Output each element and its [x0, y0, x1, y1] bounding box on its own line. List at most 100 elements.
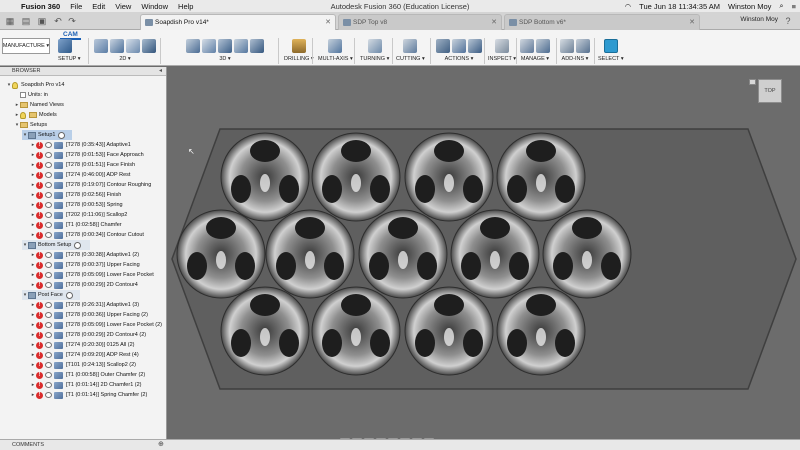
scripts-icon[interactable] — [560, 39, 574, 53]
toolpath-row[interactable]: ▸! [T1 (0:02:58)] Chamfer — [30, 220, 122, 230]
3d-viewport[interactable]: TOP — [168, 67, 800, 439]
tree-models[interactable]: ▸ Models — [14, 110, 57, 120]
toolpath-row[interactable]: ▸! [T278 (0:00:29)] 2D Contour4 — [30, 280, 138, 290]
cutting-icon[interactable] — [403, 39, 418, 53]
soap-pocket[interactable] — [450, 209, 540, 299]
soap-pocket[interactable] — [496, 132, 586, 222]
tool-library-icon[interactable] — [520, 39, 534, 53]
parallel-icon[interactable] — [218, 39, 232, 53]
contour-icon[interactable] — [250, 39, 264, 53]
home-view-icon[interactable] — [749, 79, 756, 85]
post-process-icon[interactable] — [468, 39, 482, 53]
template-library-icon[interactable] — [536, 39, 550, 53]
group-3d[interactable]: 3D ▾ — [186, 39, 264, 65]
visibility-icon[interactable] — [45, 272, 52, 278]
toolpath-row[interactable]: ▸! [T278 (0:05:09)] Lower Face Pocket — [30, 270, 154, 280]
tree-root[interactable]: ▾ Soapdish Pro v14 — [6, 80, 64, 90]
datetime[interactable]: Tue Jun 18 11:34:35 AM — [635, 2, 724, 11]
toolpath-row[interactable]: ▸! [T274 (0:46:00)] ADP Rest — [30, 170, 130, 180]
toolpath-row[interactable]: ▸! [T101 (0:24:13)] Scallop2 (2) — [30, 360, 136, 370]
soap-pocket[interactable] — [220, 132, 310, 222]
save-icon[interactable]: ▣ — [36, 15, 48, 27]
group-turning[interactable]: TURNING ▾ — [360, 39, 389, 65]
visibility-icon[interactable] — [45, 302, 52, 308]
menu-window[interactable]: Window — [136, 2, 173, 11]
adaptive-clearing-icon[interactable] — [186, 39, 200, 53]
soap-pocket[interactable] — [542, 209, 632, 299]
browser-header[interactable]: BROWSER ◂ — [0, 67, 166, 76]
visibility-icon[interactable] — [45, 372, 52, 378]
spotlight-icon[interactable]: ⌕ — [775, 1, 787, 11]
visibility-icon[interactable] — [45, 182, 52, 188]
group-drilling[interactable]: DRILLING ▾ — [284, 39, 314, 65]
visibility-icon[interactable] — [45, 332, 52, 338]
visibility-icon[interactable] — [45, 252, 52, 258]
tab-sdp-top[interactable]: SDP Top v8 ✕ — [338, 14, 502, 30]
visibility-icon[interactable] — [45, 202, 52, 208]
tab-sdp-bottom[interactable]: SDP Bottom v6* ✕ — [504, 14, 700, 30]
soap-pocket[interactable] — [404, 286, 494, 376]
comments-panel[interactable]: COMMENTS ⊕ — [0, 439, 800, 450]
drill-icon[interactable] — [291, 39, 306, 53]
group-manage[interactable]: MANAGE ▾ — [520, 39, 550, 65]
2d-pocket-icon[interactable] — [126, 39, 140, 53]
soap-pocket[interactable] — [496, 286, 586, 376]
menu-view[interactable]: View — [110, 2, 136, 11]
data-panel-icon[interactable]: ▤ — [20, 15, 32, 27]
close-icon[interactable]: ✕ — [325, 18, 331, 26]
visibility-icon[interactable] — [45, 352, 52, 358]
toolpath-row[interactable]: ▸! [T278 (0:00:37)] Upper Facing — [30, 260, 140, 270]
visibility-icon[interactable] — [45, 312, 52, 318]
group-setup[interactable]: SETUP ▾ — [58, 39, 81, 65]
toolpath-row[interactable]: ▸! [T278 (0:19:07)] Contour Roughing — [30, 180, 151, 190]
group-multi-axis[interactable]: MULTI-AXIS ▾ — [318, 39, 353, 65]
toolpath-row[interactable]: ▸! [T278 (0:30:38)] Adaptive1 (2) — [30, 250, 139, 260]
visibility-icon[interactable] — [45, 362, 52, 368]
account-name[interactable]: Winston Moy — [740, 16, 778, 23]
visibility-icon[interactable] — [45, 282, 52, 288]
toolpath-row[interactable]: ▸! [T278 (0:00:53)] Spring — [30, 200, 123, 210]
tree-bottom-setup[interactable]: ▾ Bottom Setup — [22, 240, 90, 250]
setup-options-icon[interactable] — [58, 131, 66, 139]
menu-file[interactable]: File — [65, 2, 87, 11]
group-inspect[interactable]: INSPECT ▾ — [488, 39, 516, 65]
close-icon[interactable]: ✕ — [689, 18, 695, 26]
pocket-clearing-icon[interactable] — [202, 39, 216, 53]
group-select[interactable]: SELECT ▾ — [598, 39, 624, 65]
toolpath-row[interactable]: ▸! [T278 (0:26:31)] Adaptive1 (3) — [30, 300, 139, 310]
soap-pocket[interactable] — [265, 209, 355, 299]
close-icon[interactable]: ✕ — [491, 18, 497, 26]
group-add-ins[interactable]: ADD-INS ▾ — [560, 39, 590, 65]
app-store-icon[interactable] — [576, 39, 590, 53]
visibility-icon[interactable] — [45, 392, 52, 398]
toolpath-row[interactable]: ▸! [T274 (0:09:20)] ADP Rest (4) — [30, 350, 139, 360]
face-icon[interactable] — [94, 39, 108, 53]
visibility-icon[interactable] — [45, 382, 52, 388]
tree-setups[interactable]: ▾ Setups — [14, 120, 47, 130]
tree-units[interactable]: Units: in — [14, 90, 48, 100]
visibility-icon[interactable] — [45, 212, 52, 218]
menubar-user[interactable]: Winston Moy — [724, 2, 775, 11]
toolpath-row[interactable]: ▸! [T278 (0:02:56)] Finish — [30, 190, 121, 200]
toolpath-row[interactable]: ▸! [T278 (0:35:43)] Adaptive1 — [30, 140, 131, 150]
visibility-icon[interactable] — [45, 142, 52, 148]
viewcube[interactable]: TOP — [758, 79, 782, 103]
app-grid-icon[interactable]: ▦ — [4, 15, 16, 27]
toolpath-row[interactable]: ▸! [T202 (0:11:06)] Scallop2 — [30, 210, 127, 220]
visibility-icon[interactable] — [45, 342, 52, 348]
2d-adaptive-icon[interactable] — [110, 39, 124, 53]
add-comment-icon[interactable]: ⊕ — [158, 440, 164, 450]
soap-pocket[interactable] — [220, 286, 310, 376]
turning-icon[interactable] — [367, 39, 382, 53]
soap-pocket[interactable] — [311, 132, 401, 222]
soap-pocket[interactable] — [311, 286, 401, 376]
panel-collapse-icon[interactable]: ◂ — [159, 67, 162, 76]
visibility-icon[interactable] — [45, 262, 52, 268]
group-actions[interactable]: ACTIONS ▾ — [436, 39, 482, 65]
help-icon[interactable]: ? — [782, 15, 794, 27]
app-menu[interactable]: Fusion 360 — [16, 2, 65, 11]
toolpath-row[interactable]: ▸! [T278 (0:00:34)] Contour Cutout — [30, 230, 144, 240]
tree-post-face[interactable]: ▾ Post Face — [22, 290, 80, 300]
tree-setup1[interactable]: ▾ Setup1 — [22, 130, 72, 140]
measure-icon[interactable] — [495, 39, 510, 53]
